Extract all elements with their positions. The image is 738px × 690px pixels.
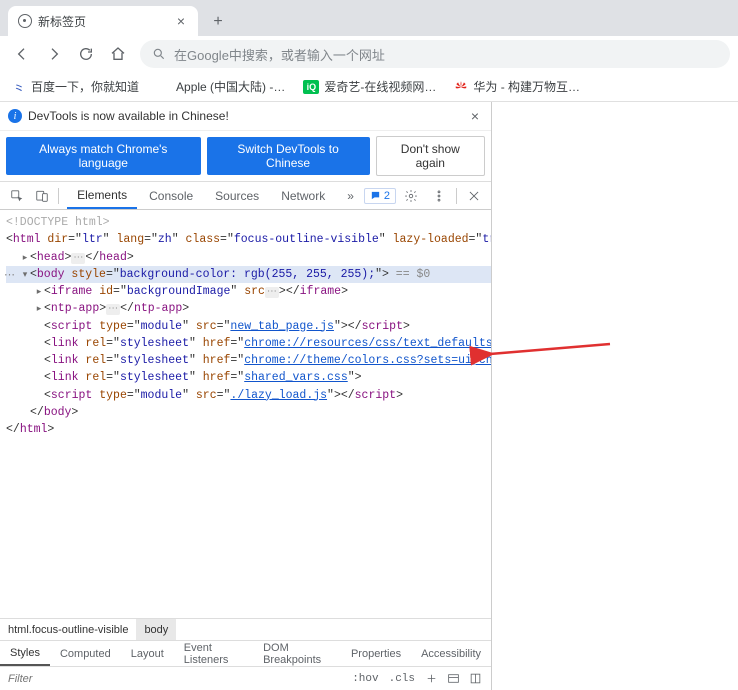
filter-input[interactable] (0, 667, 348, 690)
tab-console[interactable]: Console (139, 182, 203, 209)
tab-sources[interactable]: Sources (205, 182, 269, 209)
devtools-toolbar: Elements Console Sources Network » 2 (0, 182, 491, 210)
body-line-selected[interactable]: ⋯▾<body style="background-color: rgb(255… (6, 266, 491, 283)
nav-toolbar: 在Google中搜索，或者输入一个网址 (0, 36, 738, 72)
back-button[interactable] (8, 40, 36, 68)
link1-line[interactable]: <link rel="stylesheet" href="chrome://re… (6, 335, 491, 352)
devtools-info-bar: i DevTools is now available in Chinese! … (0, 102, 491, 131)
tab-accessibility[interactable]: Accessibility (411, 641, 491, 666)
html-open[interactable]: <html dir="ltr" lang="zh" class="focus-o… (6, 231, 491, 248)
reload-button[interactable] (72, 40, 100, 68)
script1-line[interactable]: <script type="module" src="new_tab_page.… (6, 318, 491, 335)
html-close[interactable]: </html> (6, 421, 491, 438)
link2-line[interactable]: <link rel="stylesheet" href="chrome://th… (6, 352, 491, 369)
annotation-arrow (480, 336, 620, 379)
doctype-line: <!DOCTYPE html> (6, 214, 491, 231)
styles-tabs: Styles Computed Layout Event Listeners D… (0, 640, 491, 666)
settings-icon[interactable] (398, 183, 424, 209)
rendering-panel-icon[interactable] (465, 672, 485, 685)
inspect-element-icon[interactable] (4, 183, 29, 209)
script2-line[interactable]: <script type="module" src="./lazy_load.j… (6, 387, 491, 404)
paw-icon: ⺀ (12, 80, 26, 94)
tab-layout[interactable]: Layout (121, 641, 174, 666)
close-tab-icon[interactable]: × (174, 14, 188, 28)
chat-icon (370, 190, 381, 201)
computed-sidebar-icon[interactable] (443, 672, 463, 685)
device-toolbar-icon[interactable] (29, 183, 54, 209)
bookmark-baidu[interactable]: ⺀百度一下，你就知道 (12, 78, 139, 95)
tab-more[interactable]: » (337, 182, 364, 209)
separator (58, 188, 59, 204)
forward-button[interactable] (40, 40, 68, 68)
tab-dom-breakpoints[interactable]: DOM Breakpoints (253, 641, 341, 666)
info-close-button[interactable]: × (467, 108, 483, 124)
issues-badge[interactable]: 2 (364, 188, 396, 204)
iframe-line[interactable]: ▸<iframe id="backgroundImage" src⋯></ifr… (6, 283, 491, 300)
always-match-button[interactable]: Always match Chrome's language (6, 137, 201, 175)
browser-tab[interactable]: 新标签页 × (8, 6, 198, 36)
browser-chrome: 新标签页 × + 在Google中搜索，或者输入一个网址 ⺀百度一下，你就知道 … (0, 0, 738, 102)
bookmark-huawei[interactable]: 华为 - 构建万物互… (454, 78, 580, 95)
link3-line[interactable]: <link rel="stylesheet" href="shared_vars… (6, 369, 491, 386)
info-text: DevTools is now available in Chinese! (28, 109, 229, 123)
omnibox-placeholder: 在Google中搜索，或者输入一个网址 (174, 45, 385, 64)
breadcrumb: html.focus-outline-visible body (0, 618, 491, 640)
tab-computed[interactable]: Computed (50, 641, 121, 666)
new-style-rule-icon[interactable] (421, 672, 441, 685)
bookmarks-bar: ⺀百度一下，你就知道 Apple (中国大陆) -… iQ爱奇艺-在线视频网… … (0, 72, 738, 102)
crumb-body[interactable]: body (136, 619, 176, 640)
tab-elements[interactable]: Elements (67, 182, 137, 209)
ntp-app-line[interactable]: ▸<ntp-app>⋯</ntp-app> (6, 300, 491, 317)
iqiyi-icon: iQ (303, 80, 319, 94)
close-devtools-icon[interactable] (461, 183, 487, 209)
apple-icon (157, 80, 171, 94)
styles-filter-bar: :hov .cls (0, 666, 491, 690)
hov-toggle[interactable]: :hov (348, 673, 382, 685)
search-icon (152, 47, 166, 61)
elements-tree[interactable]: <!DOCTYPE html> <html dir="ltr" lang="zh… (0, 210, 491, 618)
tab-event-listeners[interactable]: Event Listeners (174, 641, 253, 666)
tab-title: 新标签页 (38, 13, 168, 30)
separator (456, 188, 457, 204)
address-bar[interactable]: 在Google中搜索，或者输入一个网址 (140, 40, 730, 68)
cls-toggle[interactable]: .cls (385, 673, 419, 685)
home-button[interactable] (104, 40, 132, 68)
devtools-panel: i DevTools is now available in Chinese! … (0, 102, 492, 690)
info-icon: i (8, 109, 22, 123)
globe-icon (18, 14, 32, 28)
new-tab-button[interactable]: + (204, 8, 232, 36)
huawei-icon (454, 80, 468, 94)
bookmark-apple[interactable]: Apple (中国大陆) -… (157, 78, 285, 95)
head-line[interactable]: ▸<head>⋯</head> (6, 249, 491, 266)
language-action-bar: Always match Chrome's language Switch De… (0, 131, 491, 182)
crumb-html[interactable]: html.focus-outline-visible (0, 619, 136, 640)
devtools-tabs: Elements Console Sources Network » (67, 182, 364, 209)
tab-network[interactable]: Network (271, 182, 335, 209)
switch-devtools-button[interactable]: Switch DevTools to Chinese (207, 137, 370, 175)
body-close[interactable]: </body> (6, 404, 491, 421)
tab-strip: 新标签页 × + (0, 0, 738, 36)
more-menu-icon[interactable] (426, 183, 452, 209)
tab-styles[interactable]: Styles (0, 641, 50, 666)
bookmark-iqiyi[interactable]: iQ爱奇艺-在线视频网… (303, 78, 436, 95)
tab-properties[interactable]: Properties (341, 641, 411, 666)
dont-show-again-button[interactable]: Don't show again (376, 136, 485, 176)
